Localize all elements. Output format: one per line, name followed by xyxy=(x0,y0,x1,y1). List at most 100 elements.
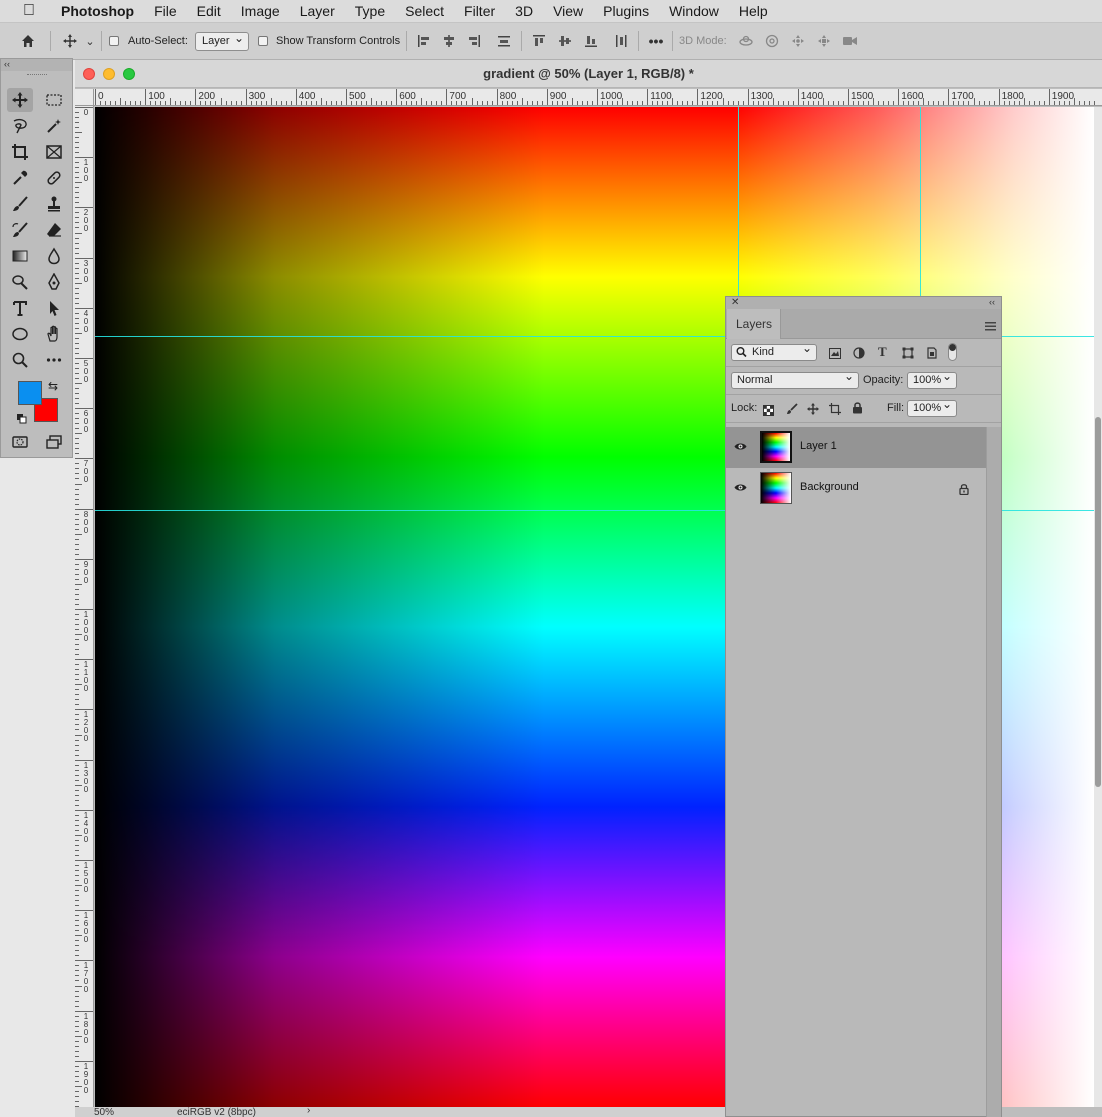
lock-pixels-icon[interactable] xyxy=(786,402,798,420)
3d-pan-icon[interactable] xyxy=(788,32,808,50)
panel-menu-icon[interactable] xyxy=(985,318,996,336)
menu-type[interactable]: Type xyxy=(345,0,395,23)
dodge-tool-icon[interactable] xyxy=(7,270,33,294)
filter-smart-object-icon[interactable] xyxy=(926,346,938,364)
distribute-horizontal-icon[interactable] xyxy=(611,32,631,50)
menu-3d[interactable]: 3D xyxy=(505,0,543,23)
quick-mask-icon[interactable] xyxy=(7,430,33,454)
move-tool-icon[interactable] xyxy=(7,88,33,112)
layer-row-background[interactable]: Background xyxy=(726,468,986,509)
lock-position-icon[interactable] xyxy=(807,402,819,420)
visibility-eye-icon[interactable] xyxy=(734,440,747,454)
lock-transparent-icon[interactable] xyxy=(763,403,774,421)
tab-layers[interactable]: Layers xyxy=(727,309,781,339)
ruler-origin[interactable] xyxy=(75,89,94,106)
menu-app[interactable]: Photoshop xyxy=(51,0,144,23)
menu-view[interactable]: View xyxy=(543,0,593,23)
zoom-tool-icon[interactable] xyxy=(7,348,33,372)
healing-brush-tool-icon[interactable] xyxy=(41,166,67,190)
pen-tool-icon[interactable] xyxy=(41,270,67,294)
layer-lock-icon[interactable] xyxy=(959,482,969,500)
menu-layer[interactable]: Layer xyxy=(290,0,345,23)
close-panel-icon[interactable]: ✕ xyxy=(731,297,739,308)
filter-pixel-icon[interactable] xyxy=(829,346,841,364)
auto-select-checkbox[interactable] xyxy=(108,35,120,47)
opacity-input[interactable]: 100% xyxy=(907,369,957,389)
filter-kind-dropdown[interactable]: Kind xyxy=(731,341,817,361)
menu-plugins[interactable]: Plugins xyxy=(593,0,659,23)
filter-type-icon[interactable]: T xyxy=(878,344,887,360)
lasso-tool-icon[interactable] xyxy=(7,114,33,138)
eyedropper-tool-icon[interactable] xyxy=(7,166,33,190)
menu-filter[interactable]: Filter xyxy=(454,0,505,23)
align-bottom-icon[interactable] xyxy=(581,32,601,50)
blend-mode-dropdown[interactable]: Normal xyxy=(731,369,859,389)
ruler-minor-tick xyxy=(461,101,463,105)
filter-shape-icon[interactable] xyxy=(902,346,914,364)
show-transform-checkbox[interactable] xyxy=(257,35,269,47)
frame-tool-icon[interactable] xyxy=(41,140,67,164)
history-brush-tool-icon[interactable] xyxy=(7,218,33,242)
distribute-vertical-icon[interactable] xyxy=(494,32,514,50)
home-icon[interactable] xyxy=(17,31,39,51)
collapse-panel-icon[interactable]: ‹‹ xyxy=(989,297,995,307)
filter-adjustment-icon[interactable] xyxy=(853,346,865,364)
align-top-icon[interactable] xyxy=(529,32,549,50)
lock-all-icon[interactable] xyxy=(852,401,863,419)
fill-input[interactable]: 100% xyxy=(907,397,957,417)
swap-colors-icon[interactable]: ⇆ xyxy=(48,379,58,393)
layer-name[interactable]: Background xyxy=(800,481,859,493)
menu-file[interactable]: File xyxy=(144,0,187,23)
align-center-h-icon[interactable] xyxy=(439,32,459,50)
path-selection-tool-icon[interactable] xyxy=(41,296,67,320)
document-profile[interactable]: eciRGB v2 (8bpc) xyxy=(177,1107,256,1117)
default-colors-icon[interactable] xyxy=(17,411,27,424)
tools-grip[interactable] xyxy=(1,71,72,79)
more-options-icon[interactable]: ••• xyxy=(645,32,667,50)
layers-scrollbar[interactable] xyxy=(986,427,1001,1117)
vertical-scrollbar[interactable] xyxy=(1094,107,1102,1107)
more-tools-icon[interactable] xyxy=(41,348,67,372)
layer-row-layer-1[interactable]: Layer 1 xyxy=(726,427,986,468)
screen-mode-icon[interactable] xyxy=(41,430,67,454)
hand-tool-icon[interactable] xyxy=(41,322,67,346)
align-middle-v-icon[interactable] xyxy=(555,32,575,50)
eraser-tool-icon[interactable] xyxy=(41,218,67,242)
crop-tool-icon[interactable] xyxy=(7,140,33,164)
type-tool-icon[interactable] xyxy=(7,296,33,320)
gradient-tool-icon[interactable] xyxy=(7,244,33,268)
chevron-right-icon[interactable]: › xyxy=(307,1107,310,1116)
apple-icon[interactable]:  xyxy=(18,2,40,20)
menu-help[interactable]: Help xyxy=(729,0,778,23)
menu-window[interactable]: Window xyxy=(659,0,729,23)
ruler-minor-tick xyxy=(75,423,79,425)
magic-wand-tool-icon[interactable] xyxy=(41,114,67,138)
lock-artboard-icon[interactable] xyxy=(829,402,841,420)
3d-roll-icon[interactable] xyxy=(762,32,782,50)
blur-tool-icon[interactable] xyxy=(41,244,67,268)
scrollbar-thumb[interactable] xyxy=(1095,417,1101,787)
3d-orbit-icon[interactable] xyxy=(736,32,756,50)
3d-camera-icon[interactable] xyxy=(840,32,860,50)
align-right-icon[interactable] xyxy=(464,32,484,50)
brush-tool-icon[interactable] xyxy=(7,192,33,216)
chevron-down-icon[interactable]: ⌄ xyxy=(84,33,96,49)
horizontal-ruler[interactable]: 0 100 200 300 400 500 600 700 800 900 1000 1100 1200… xyxy=(94,89,1102,106)
3d-slide-icon[interactable] xyxy=(814,32,834,50)
menu-select[interactable]: Select xyxy=(395,0,454,23)
foreground-color-swatch[interactable] xyxy=(18,381,42,405)
auto-select-dropdown[interactable]: Layer xyxy=(195,30,249,51)
ellipse-tool-icon[interactable] xyxy=(7,322,33,346)
menu-edit[interactable]: Edit xyxy=(187,0,231,23)
visibility-eye-icon[interactable] xyxy=(734,481,747,495)
move-tool-icon[interactable] xyxy=(59,31,81,51)
filter-toggle[interactable] xyxy=(948,343,957,361)
layer-name[interactable]: Layer 1 xyxy=(800,440,837,452)
clone-stamp-tool-icon[interactable] xyxy=(41,192,67,216)
marquee-tool-icon[interactable] xyxy=(41,88,67,112)
menu-image[interactable]: Image xyxy=(231,0,290,23)
vertical-ruler[interactable]: 0 100 200 300 400 500 600 700 800 900 1000 1100 1200… xyxy=(75,106,94,1108)
align-left-icon[interactable] xyxy=(414,32,434,50)
tools-collapse-icon[interactable]: ‹‹ xyxy=(1,59,72,71)
zoom-level[interactable]: 50% xyxy=(94,1107,114,1117)
